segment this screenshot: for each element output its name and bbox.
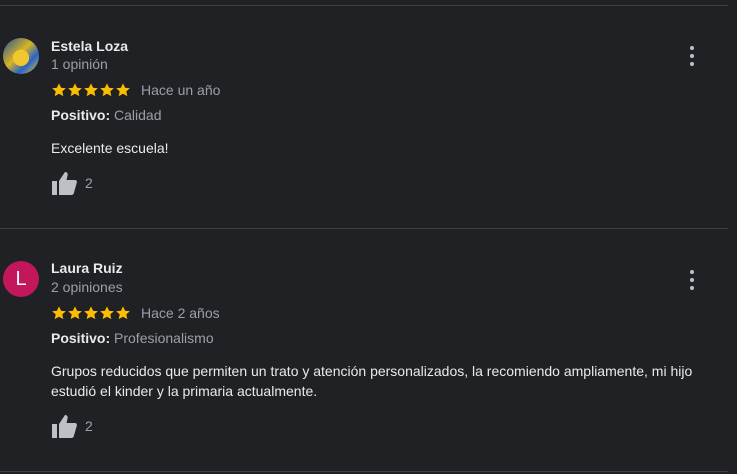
avatar[interactable]: L bbox=[3, 261, 39, 297]
star-icon bbox=[84, 306, 98, 320]
positive-label: Positivo: bbox=[51, 107, 111, 123]
review-time: Hace un año bbox=[141, 82, 221, 98]
like-button[interactable]: 2 bbox=[51, 414, 93, 438]
star-icon bbox=[100, 83, 114, 97]
more-options-icon[interactable] bbox=[684, 46, 700, 66]
like-count: 2 bbox=[85, 418, 93, 434]
star-icon bbox=[100, 306, 114, 320]
star-icon bbox=[52, 306, 66, 320]
more-options-icon[interactable] bbox=[684, 270, 700, 290]
star-icon bbox=[116, 306, 130, 320]
positive-label: Positivo: bbox=[51, 330, 111, 346]
review-time: Hace 2 años bbox=[141, 305, 220, 321]
positive-attribute: Positivo: Profesionalismo bbox=[51, 330, 214, 346]
reviewer-name[interactable]: Estela Loza bbox=[51, 38, 128, 54]
review-text: Excelente escuela! bbox=[51, 140, 169, 156]
review-count: 2 opiniones bbox=[51, 279, 123, 295]
star-icon bbox=[52, 83, 66, 97]
star-icon bbox=[68, 83, 82, 97]
star-icon bbox=[116, 83, 130, 97]
thumbs-up-icon bbox=[52, 415, 77, 438]
avatar[interactable] bbox=[3, 38, 39, 74]
rating-row: Hace un año bbox=[51, 81, 220, 99]
like-count: 2 bbox=[85, 175, 93, 191]
review-divider bbox=[0, 228, 728, 229]
review-text: Grupos reducidos que permiten un trato y… bbox=[51, 363, 693, 399]
star-rating bbox=[51, 305, 131, 321]
positive-value: Profesionalismo bbox=[110, 330, 214, 346]
thumbs-up-icon bbox=[52, 172, 77, 195]
star-icon bbox=[84, 83, 98, 97]
bottom-divider bbox=[0, 471, 728, 472]
top-divider bbox=[0, 5, 728, 6]
positive-value: Calidad bbox=[110, 107, 162, 123]
rating-row: Hace 2 años bbox=[51, 304, 220, 322]
star-icon bbox=[68, 306, 82, 320]
reviewer-name[interactable]: Laura Ruiz bbox=[51, 260, 123, 276]
review-count: 1 opinión bbox=[51, 56, 108, 72]
like-button[interactable]: 2 bbox=[51, 171, 93, 195]
star-rating bbox=[51, 82, 131, 98]
positive-attribute: Positivo: Calidad bbox=[51, 107, 162, 123]
